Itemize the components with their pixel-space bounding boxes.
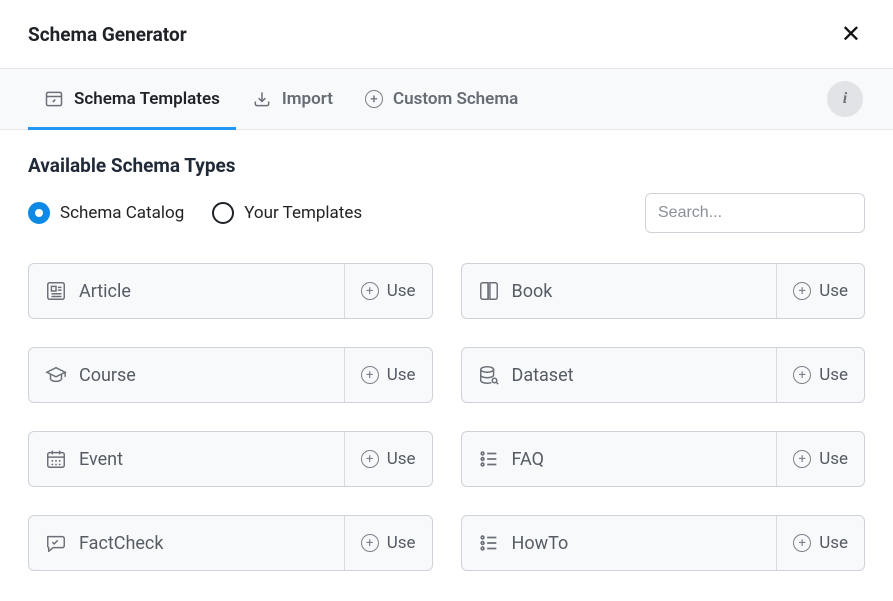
use-label: Use [819, 365, 848, 385]
card-title: FAQ [512, 449, 544, 470]
card-title: Book [512, 281, 553, 302]
card-course: Course + Use [28, 347, 433, 403]
plus-circle-icon: + [793, 366, 811, 384]
tab-label: Schema Templates [74, 89, 220, 109]
card-article: Article + Use [28, 263, 433, 319]
plus-circle-icon: + [361, 282, 379, 300]
card-title-area[interactable]: FactCheck [29, 516, 344, 570]
use-label: Use [819, 449, 848, 469]
plus-circle-icon: + [361, 450, 379, 468]
tab-bar: Schema Templates Import + Custom Schema … [0, 68, 893, 130]
section-title: Available Schema Types [28, 154, 865, 177]
close-icon[interactable]: ✕ [837, 18, 865, 50]
plus-circle-icon: + [793, 450, 811, 468]
tab-custom-schema[interactable]: + Custom Schema [349, 69, 534, 129]
card-howto: HowTo + Use [461, 515, 866, 571]
use-label: Use [387, 365, 416, 385]
plus-circle-icon: + [793, 534, 811, 552]
factcheck-icon [45, 532, 67, 554]
howto-icon [478, 532, 500, 554]
use-button[interactable]: + Use [344, 516, 432, 570]
card-title-area[interactable]: Article [29, 264, 344, 318]
card-title-area[interactable]: FAQ [462, 432, 777, 486]
use-button[interactable]: + Use [776, 432, 864, 486]
radio-schema-catalog[interactable]: Schema Catalog [28, 202, 184, 224]
card-book: Book + Use [461, 263, 866, 319]
plus-circle-icon: + [793, 282, 811, 300]
card-title-area[interactable]: Event [29, 432, 344, 486]
plus-circle-icon: + [361, 534, 379, 552]
book-icon [478, 280, 500, 302]
tab-import[interactable]: Import [236, 69, 349, 129]
card-event: Event + Use [28, 431, 433, 487]
radio-label: Schema Catalog [60, 203, 184, 223]
event-icon [45, 448, 67, 470]
tab-label: Custom Schema [393, 89, 518, 109]
card-title-area[interactable]: HowTo [462, 516, 777, 570]
card-title: Article [79, 281, 131, 302]
course-icon [45, 364, 67, 386]
filter-row: Schema Catalog Your Templates [28, 193, 865, 233]
faq-icon [478, 448, 500, 470]
card-title-area[interactable]: Course [29, 348, 344, 402]
search-input[interactable] [645, 193, 865, 233]
use-button[interactable]: + Use [776, 264, 864, 318]
card-title: Event [79, 449, 123, 470]
card-title: HowTo [512, 533, 569, 554]
plus-circle-icon: + [365, 90, 383, 108]
card-dataset: Dataset + Use [461, 347, 866, 403]
use-button[interactable]: + Use [776, 348, 864, 402]
info-icon[interactable]: i [827, 81, 863, 117]
radio-your-templates[interactable]: Your Templates [212, 202, 362, 224]
card-title-area[interactable]: Book [462, 264, 777, 318]
schema-grid: Article + Use Book + Use Course + [28, 263, 865, 571]
dialog-header: Schema Generator ✕ [0, 0, 893, 68]
use-label: Use [819, 533, 848, 553]
use-label: Use [387, 281, 416, 301]
plus-circle-icon: + [361, 366, 379, 384]
content-area: Available Schema Types Schema Catalog Yo… [0, 130, 893, 601]
tab-schema-templates[interactable]: Schema Templates [28, 69, 236, 129]
card-title: FactCheck [79, 533, 163, 554]
use-button[interactable]: + Use [344, 348, 432, 402]
use-label: Use [387, 449, 416, 469]
radio-group: Schema Catalog Your Templates [28, 202, 362, 224]
dataset-icon [478, 364, 500, 386]
use-button[interactable]: + Use [776, 516, 864, 570]
template-icon [44, 89, 64, 109]
card-title: Course [79, 365, 136, 386]
import-icon [252, 89, 272, 109]
article-icon [45, 280, 67, 302]
card-factcheck: FactCheck + Use [28, 515, 433, 571]
use-button[interactable]: + Use [344, 432, 432, 486]
tab-label: Import [282, 89, 333, 109]
radio-checked-icon [28, 202, 50, 224]
radio-label: Your Templates [244, 203, 362, 223]
card-title: Dataset [512, 365, 574, 386]
use-label: Use [819, 281, 848, 301]
use-button[interactable]: + Use [344, 264, 432, 318]
card-faq: FAQ + Use [461, 431, 866, 487]
dialog-title: Schema Generator [28, 23, 187, 46]
card-title-area[interactable]: Dataset [462, 348, 777, 402]
radio-unchecked-icon [212, 202, 234, 224]
use-label: Use [387, 533, 416, 553]
